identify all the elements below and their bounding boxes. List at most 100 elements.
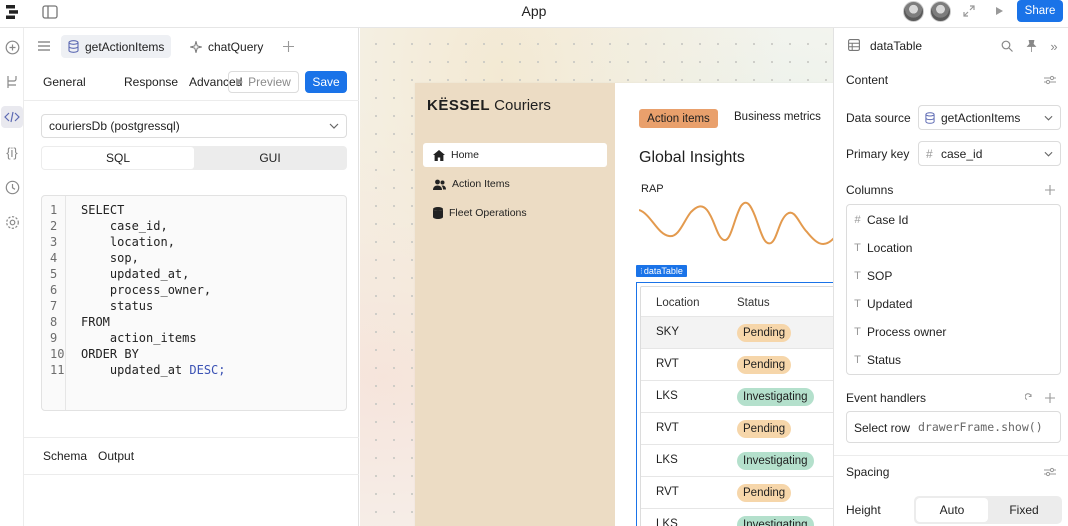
event-handlers-label: Event handlers [846,391,927,405]
height-label: Height [846,503,881,517]
settings-icon[interactable] [0,211,24,233]
column-item[interactable]: T Process owner [853,322,946,342]
column-item[interactable]: # Case Id [853,210,908,230]
nav-item-fleet-operations[interactable]: Fleet Operations [423,201,607,225]
column-header[interactable]: Status [737,297,770,309]
divider [834,455,1068,456]
subtab-general[interactable]: General [43,75,86,89]
status-badge: Investigating [737,388,814,406]
data-source-value: getActionItems [941,111,1021,125]
handler-event: Select row [854,421,911,435]
query-tab[interactable]: getActionItems [61,35,172,58]
mode-gui[interactable]: GUI [194,147,346,169]
database-icon [925,112,935,124]
query-tab[interactable]: chatQuery [183,35,270,58]
collapse-icon[interactable]: » [1046,38,1062,54]
data-source-select[interactable]: getActionItems [918,105,1061,130]
preview-button[interactable]: Preview [228,71,299,93]
save-button[interactable]: Save [305,71,347,93]
avatar[interactable] [903,1,924,22]
table-row[interactable]: LKS Investigating [641,444,833,476]
sparkle-icon [190,40,202,53]
chevron-down-icon [1044,151,1053,157]
search-icon[interactable] [999,38,1015,54]
table-icon [847,38,861,52]
tab-schema[interactable]: Schema [43,449,87,463]
tree-icon[interactable] [0,71,24,93]
add-icon[interactable] [0,36,24,58]
app-sidebar: KËSSEL Couriers Home Action Items Fleet … [415,83,615,526]
selected-component-label[interactable]: ⁝ dataTable [636,265,687,277]
page-heading: Global Insights [639,149,745,166]
expand-icon[interactable] [960,2,978,20]
sql-editor[interactable]: 1 SELECT 2 case_id, 3 location, 4 sop, 5 … [41,195,347,411]
link-icon[interactable] [1022,390,1038,406]
text-type-icon: T [854,326,861,338]
status-badge: Investigating [737,452,814,470]
braces-icon[interactable]: {i} [0,141,24,163]
table-row[interactable]: LKS Investigating [641,380,833,412]
primary-key-label: Primary key [846,147,910,161]
table-row[interactable]: RVT Pending [641,348,833,380]
left-rail: {i} [0,28,24,526]
query-panel: getActionItems chatQuery General Respons… [24,28,359,526]
add-column-icon[interactable] [1042,182,1058,198]
status-badge: Pending [737,324,792,342]
subtab-response[interactable]: Response [124,75,178,89]
handler-action: drawerFrame.show() [918,420,1043,434]
sliders-icon[interactable] [1042,72,1058,88]
column-item[interactable]: T SOP [853,266,892,286]
columns-list: # Case Id T Location T SOP T Updated T Proces… [846,204,1061,375]
pin-icon[interactable] [1023,38,1039,54]
tab-action-items[interactable]: Action items [639,109,718,128]
history-icon[interactable] [0,176,24,198]
play-icon [236,78,244,86]
chevron-down-icon [329,123,339,129]
inspector-panel: dataTable » Content Data source getActio… [833,28,1068,526]
resource-select[interactable]: couriersDb (postgressql) [41,114,347,138]
table-row[interactable]: RVT Pending [641,476,833,508]
table-row[interactable]: SKY Pending [641,316,833,348]
height-toggle: Auto Fixed [914,496,1062,524]
text-type-icon: T [854,354,861,366]
app-canvas: KËSSEL Couriers Home Action Items Fleet … [360,28,833,526]
section-content: Content [846,73,889,87]
column-item[interactable]: T Location [853,238,912,258]
column-header[interactable]: Location [656,297,699,309]
play-icon[interactable] [990,2,1008,20]
hash-icon: # [926,147,933,161]
primary-key-value: case_id [941,147,983,161]
share-button[interactable]: Share [1017,0,1063,22]
menu-icon[interactable] [36,38,52,54]
add-handler-icon[interactable] [1042,390,1058,406]
status-badge: Pending [737,420,792,438]
data-table: Location Status SKY Pending RVT Pending LK… [640,286,833,526]
sliders-icon[interactable] [1042,464,1058,480]
table-row[interactable]: RVT Pending [641,412,833,444]
text-type-icon: T [854,270,861,282]
tab-output[interactable]: Output [98,449,134,463]
data-source-label: Data source [846,111,911,125]
code-icon[interactable] [1,106,23,128]
home-icon [433,149,445,161]
add-query-icon[interactable] [280,38,296,54]
data-table-selection[interactable]: Location Status SKY Pending RVT Pending LK… [636,282,833,526]
tab-business-metrics[interactable]: Business metrics [734,111,821,123]
column-item[interactable]: T Updated [853,294,912,314]
app-preview: KËSSEL Couriers Home Action Items Fleet … [415,83,833,526]
database-icon [433,207,443,219]
event-handler-row[interactable]: Select row drawerFrame.show() [846,411,1061,443]
nav-item-action-items[interactable]: Action Items [423,172,607,196]
mode-sql[interactable]: SQL [42,147,194,169]
height-fixed[interactable]: Fixed [988,498,1060,522]
nav-item-home[interactable]: Home [423,143,607,167]
height-auto[interactable]: Auto [916,498,988,522]
chart-line [639,201,833,246]
people-icon [433,179,446,190]
columns-label: Columns [846,183,894,197]
inspector-title[interactable]: dataTable [870,39,922,53]
table-row[interactable]: LKS Investigating [641,508,833,526]
primary-key-select[interactable]: # case_id [918,141,1061,166]
column-item[interactable]: T Status [853,350,901,370]
avatar[interactable] [930,1,951,22]
